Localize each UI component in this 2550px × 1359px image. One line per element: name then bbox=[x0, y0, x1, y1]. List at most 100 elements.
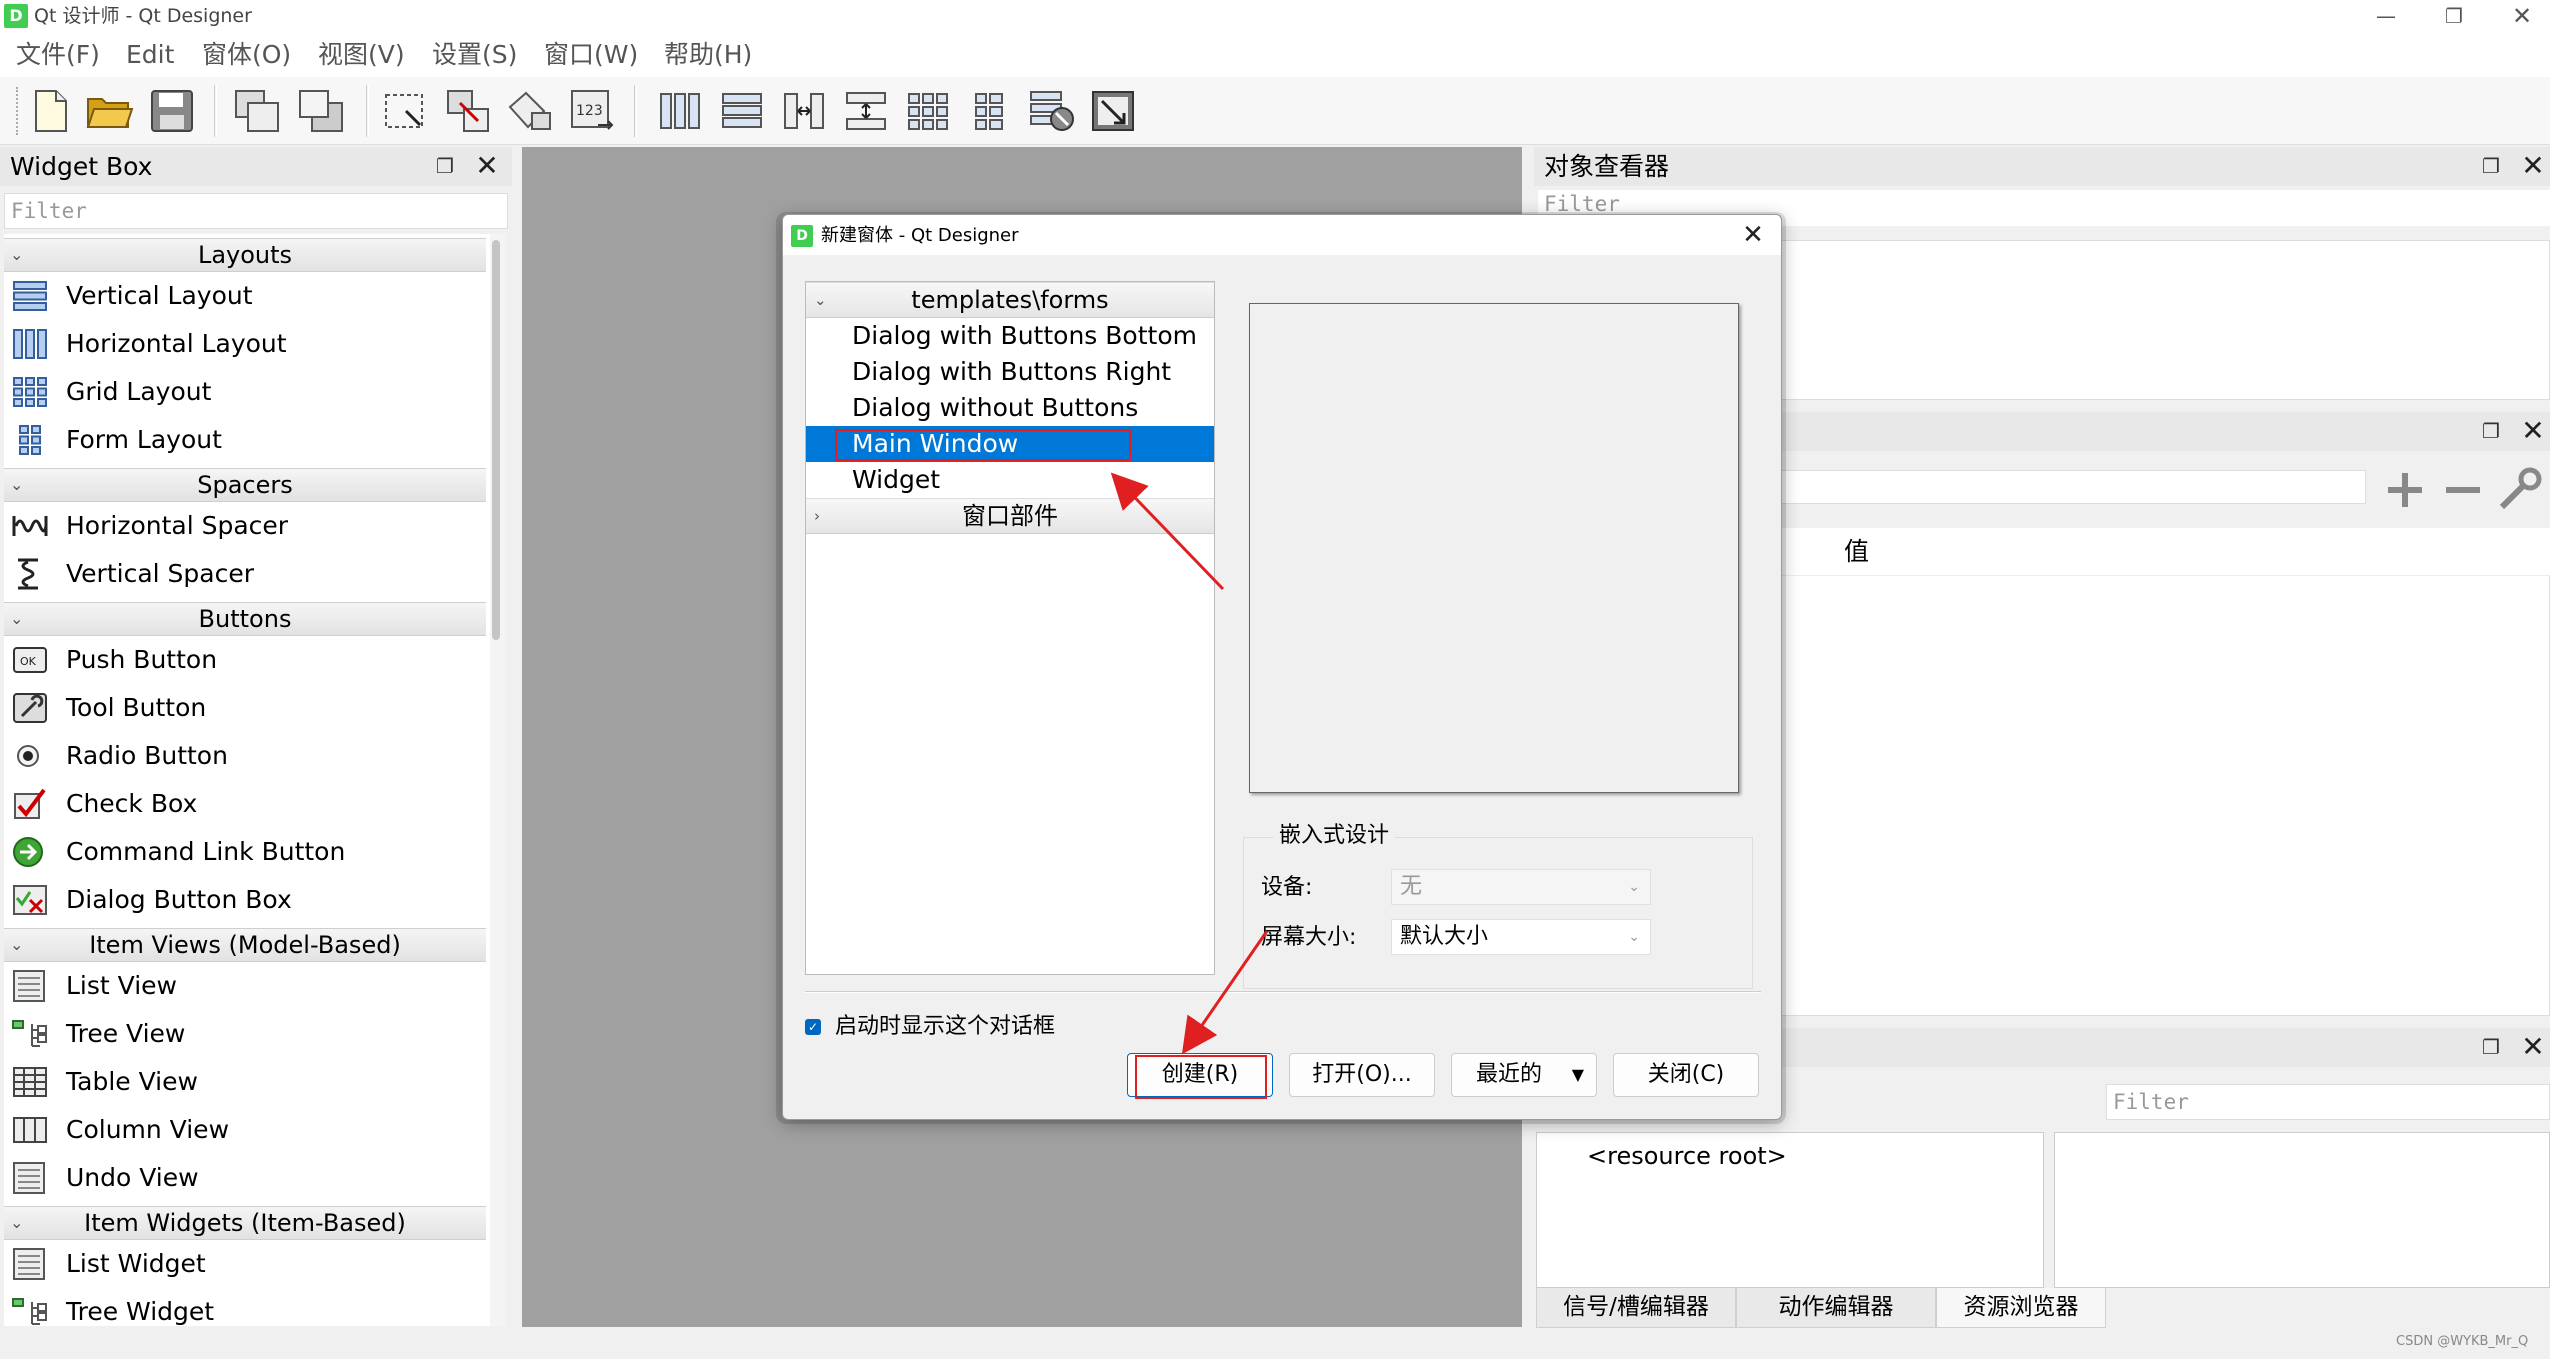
widget-item-label: Vertical Layout bbox=[66, 281, 253, 310]
toolbar-grip[interactable] bbox=[16, 87, 20, 135]
toolbar: 123 bbox=[0, 77, 2550, 145]
widget-item-tree-view[interactable]: Tree View bbox=[4, 1010, 486, 1058]
widget-item-form-layout[interactable]: Form Layout bbox=[4, 416, 486, 464]
category-buttons[interactable]: ⌄ Buttons bbox=[4, 602, 486, 636]
break-layout-icon[interactable] bbox=[1026, 85, 1078, 137]
widget-item-undo-view[interactable]: Undo View bbox=[4, 1154, 486, 1202]
minimize-icon[interactable]: — bbox=[2356, 0, 2416, 33]
widget-item-list-widget[interactable]: List Widget bbox=[4, 1240, 486, 1288]
float-dock-icon[interactable]: ❐ bbox=[2476, 416, 2506, 446]
table-view-icon bbox=[13, 1067, 47, 1097]
edit-widgets-icon[interactable] bbox=[380, 85, 432, 137]
vertical-layout-icon bbox=[13, 281, 47, 311]
bring-to-back-icon[interactable] bbox=[232, 85, 284, 137]
widget-item-label: Dialog Button Box bbox=[66, 885, 292, 914]
close-dock-icon[interactable]: ✕ bbox=[472, 151, 502, 181]
widget-item-command-link-button[interactable]: Command Link Button bbox=[4, 828, 486, 876]
widget-item-vertical-spacer[interactable]: Vertical Spacer bbox=[4, 550, 486, 598]
edit-tab-order-icon[interactable]: 123 bbox=[566, 85, 618, 137]
edit-signals-slots-icon[interactable] bbox=[442, 85, 494, 137]
widget-item-label: Grid Layout bbox=[66, 377, 212, 406]
list-view-icon bbox=[13, 970, 45, 1002]
menu-window[interactable]: 窗口(W) bbox=[540, 33, 642, 77]
adjust-size-icon[interactable] bbox=[1088, 85, 1140, 137]
add-property-icon[interactable] bbox=[2380, 465, 2430, 515]
undo-view-icon bbox=[13, 1162, 45, 1194]
widget-item-push-button[interactable]: OK Push Button bbox=[4, 636, 486, 684]
new-form-dialog: D 新建窗体 - Qt Designer ✕ ⌄ templates\forms … bbox=[782, 214, 1782, 1120]
close-dock-icon[interactable]: ✕ bbox=[2518, 1032, 2548, 1062]
category-item-views[interactable]: ⌄ Item Views (Model-Based) bbox=[4, 928, 486, 962]
menu-view[interactable]: 视图(V) bbox=[314, 33, 409, 77]
widget-item-horizontal-layout[interactable]: Horizontal Layout bbox=[4, 320, 486, 368]
tab-signal-slot-editor[interactable]: 信号/槽编辑器 bbox=[1536, 1288, 1736, 1328]
widget-item-label: List Widget bbox=[66, 1249, 206, 1278]
close-dock-icon[interactable]: ✕ bbox=[2518, 151, 2548, 181]
tab-resource-browser[interactable]: 资源浏览器 bbox=[1936, 1288, 2106, 1328]
push-button-icon: OK bbox=[13, 647, 47, 673]
horizontal-splitter-icon[interactable] bbox=[778, 85, 830, 137]
restore-icon[interactable]: ❐ bbox=[2424, 0, 2484, 33]
widget-item-label: Command Link Button bbox=[66, 837, 346, 866]
tree-widget-icon bbox=[12, 1298, 47, 1325]
float-dock-icon[interactable]: ❐ bbox=[430, 151, 460, 181]
lay-out-horizontally-icon[interactable] bbox=[654, 85, 706, 137]
vertical-spacer-icon bbox=[18, 558, 38, 590]
remove-property-icon[interactable] bbox=[2438, 465, 2488, 515]
property-filter-input[interactable] bbox=[1780, 470, 2366, 504]
resource-root-item[interactable]: <resource root> bbox=[1587, 1139, 1787, 1173]
resource-tree: <resource root> bbox=[1536, 1132, 2044, 1288]
radio-button-icon bbox=[17, 745, 39, 767]
widget-item-table-view[interactable]: Table View bbox=[4, 1058, 486, 1106]
form-layout-icon bbox=[19, 425, 41, 455]
lay-out-vertically-icon[interactable] bbox=[716, 85, 768, 137]
category-layouts[interactable]: ⌄ Layouts bbox=[4, 238, 486, 272]
widget-item-tree-widget[interactable]: Tree Widget bbox=[4, 1288, 486, 1326]
svg-text:123: 123 bbox=[576, 103, 603, 119]
widget-item-tool-button[interactable]: Tool Button bbox=[4, 684, 486, 732]
edit-buddies-icon[interactable] bbox=[504, 85, 556, 137]
save-icon[interactable] bbox=[146, 85, 198, 137]
grid-layout-icon bbox=[13, 377, 47, 407]
widget-item-list-view[interactable]: List View bbox=[4, 962, 486, 1010]
chevron-down-icon: ⌄ bbox=[10, 935, 24, 954]
widget-item-label: Check Box bbox=[66, 789, 198, 818]
toolbar-separator bbox=[366, 85, 369, 137]
menu-file[interactable]: 文件(F) bbox=[12, 33, 104, 77]
widget-item-label: List View bbox=[66, 971, 177, 1000]
category-label: Buttons bbox=[198, 605, 292, 633]
widget-item-label: Horizontal Layout bbox=[66, 329, 287, 358]
form-layout-icon[interactable] bbox=[964, 85, 1016, 137]
float-dock-icon[interactable]: ❐ bbox=[2476, 151, 2506, 181]
widget-item-check-box[interactable]: Check Box bbox=[4, 780, 486, 828]
new-file-icon[interactable] bbox=[24, 85, 76, 137]
float-dock-icon[interactable]: ❐ bbox=[2476, 1032, 2506, 1062]
close-dock-icon[interactable]: ✕ bbox=[2518, 416, 2548, 446]
grid-layout-icon[interactable] bbox=[902, 85, 954, 137]
toolbar-separator bbox=[634, 85, 637, 137]
widget-item-radio-button[interactable]: Radio Button bbox=[4, 732, 486, 780]
tab-action-editor[interactable]: 动作编辑器 bbox=[1736, 1288, 1936, 1328]
open-folder-icon[interactable] bbox=[84, 85, 136, 137]
scrollbar-thumb[interactable] bbox=[492, 240, 500, 640]
menu-help[interactable]: 帮助(H) bbox=[660, 33, 756, 77]
widget-item-column-view[interactable]: Column View bbox=[4, 1106, 486, 1154]
category-spacers[interactable]: ⌄ Spacers bbox=[4, 468, 486, 502]
vertical-splitter-icon[interactable] bbox=[840, 85, 892, 137]
configure-wrench-icon[interactable] bbox=[2494, 463, 2544, 515]
widget-item-vertical-layout[interactable]: Vertical Layout bbox=[4, 272, 486, 320]
bring-to-front-icon[interactable] bbox=[296, 85, 348, 137]
menu-edit[interactable]: Edit bbox=[122, 33, 178, 77]
category-item-widgets[interactable]: ⌄ Item Widgets (Item-Based) bbox=[4, 1206, 486, 1240]
menu-settings[interactable]: 设置(S) bbox=[428, 33, 521, 77]
widget-item-dialog-button-box[interactable]: Dialog Button Box bbox=[4, 876, 486, 924]
resource-filter-input[interactable]: Filter bbox=[2106, 1084, 2550, 1120]
widget-item-horizontal-spacer[interactable]: Horizontal Spacer bbox=[4, 502, 486, 550]
menu-form[interactable]: 窗体(O) bbox=[198, 33, 295, 77]
widget-item-grid-layout[interactable]: Grid Layout bbox=[4, 368, 486, 416]
close-window-icon[interactable]: ✕ bbox=[2492, 0, 2550, 33]
chevron-down-icon: ⌄ bbox=[10, 609, 24, 628]
widget-box-filter-input[interactable]: Filter bbox=[4, 193, 508, 229]
svg-text:OK: OK bbox=[20, 655, 37, 668]
value-column-header: 值 bbox=[1844, 537, 1870, 566]
